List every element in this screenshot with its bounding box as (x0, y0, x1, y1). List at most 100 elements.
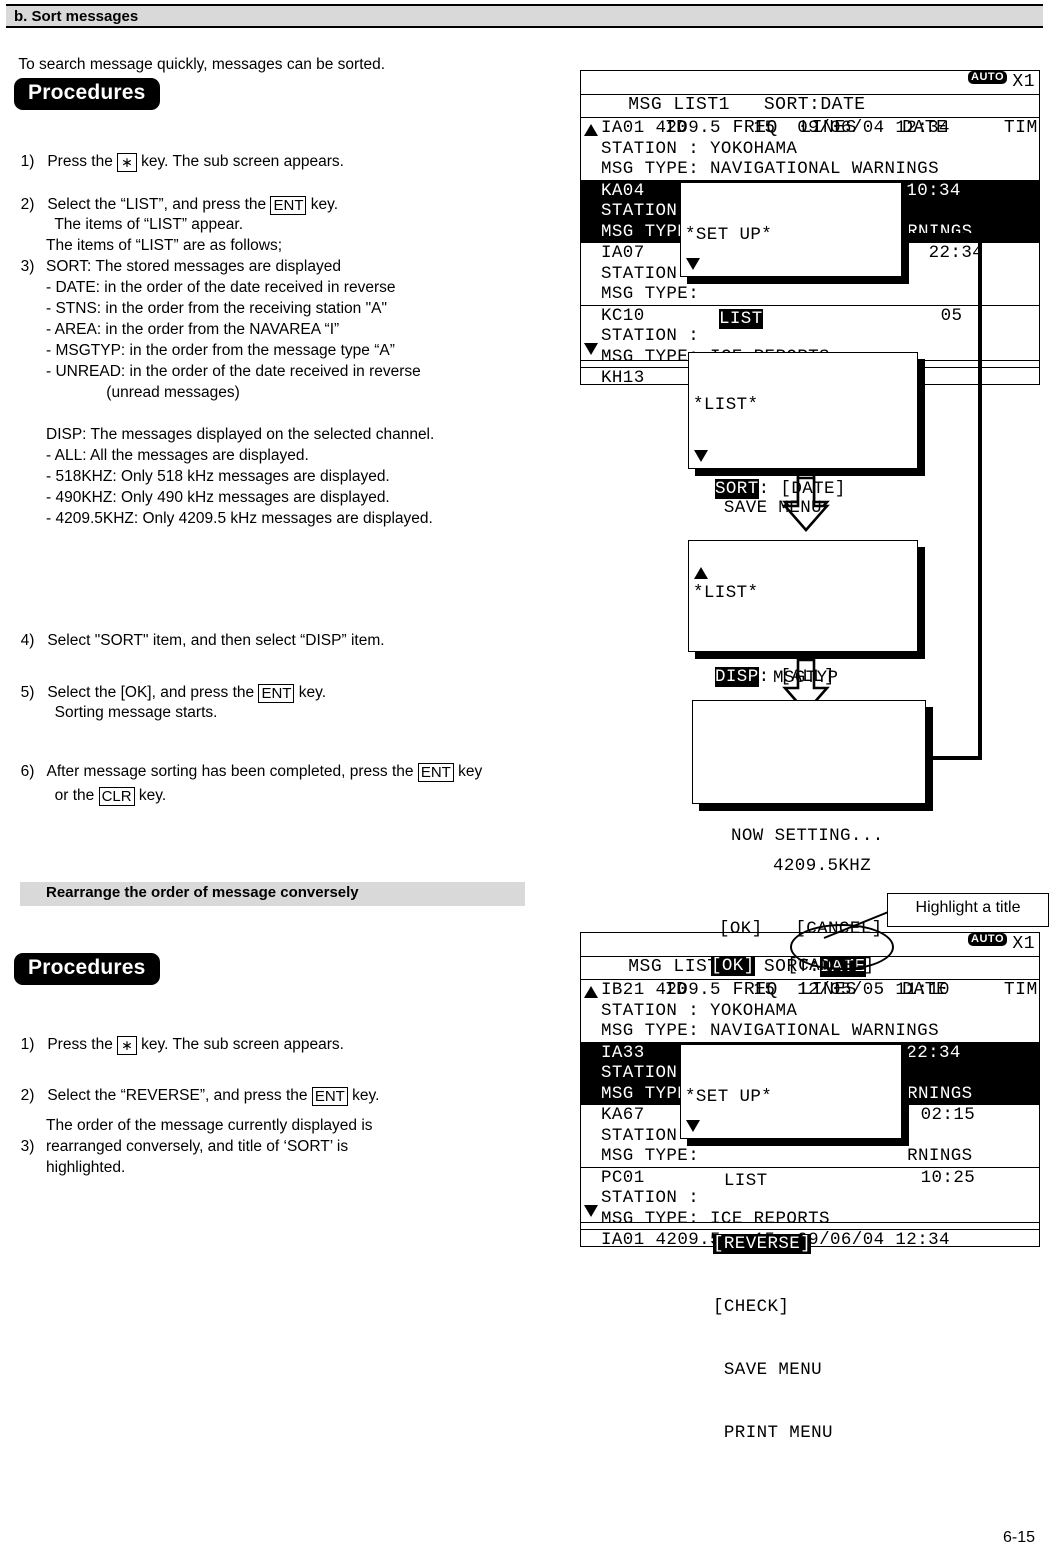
clr-key-cap: CLR (98, 787, 135, 806)
message-id: IA01 (601, 118, 645, 138)
menu-item-list[interactable]: LIST (681, 309, 901, 330)
message-id: IA33 (601, 1042, 645, 1063)
procedures-label-b: Procedures (28, 956, 146, 979)
msg-type-value: NAVIGATIONAL WARNINGS (710, 1021, 939, 1041)
step-line: - MSGTYP: in the order from the message … (46, 342, 395, 359)
message-header-row: IA01 4209.5 15 09/06/04 12:34 (581, 118, 1039, 139)
step-3-line-3: - STNS: in the order from the receiving … (46, 298, 387, 319)
field-separator: : (758, 667, 781, 687)
message-id: IA07 (601, 243, 645, 263)
menu-item-reverse[interactable]: [REVERSE] (681, 1234, 901, 1255)
message-lines: 15 (753, 118, 776, 138)
step-b-3-line-1: rearranged conversely, and title of ‘SOR… (46, 1136, 348, 1157)
step-number: 6) (20, 763, 35, 780)
step-text-cont: key (453, 763, 483, 780)
message-id: PC01 (601, 1167, 645, 1188)
step-number: 1) (20, 153, 35, 170)
popup-title-label: *SET UP* (685, 225, 773, 245)
menu-item-print-menu[interactable]: PRINT MENU (681, 1423, 901, 1444)
step-3-line-5: - MSGTYP: in the order from the message … (46, 340, 395, 361)
callout-ellipse (790, 924, 894, 970)
scroll-up-indicator[interactable] (584, 986, 598, 998)
message-block[interactable]: IA01 4209.5 15 09/06/04 12:34 STATION : … (581, 118, 1039, 181)
star-key-cap: ∗ (117, 153, 137, 172)
field-label: DISP (715, 667, 759, 687)
procedures-badge-b: Procedures (14, 953, 160, 985)
step-6-line2: or the CLR key. (46, 764, 166, 806)
section-heading-rearrange: Rearrange the order of message conversel… (20, 882, 525, 906)
step-5-line2: Sorting message starts. (46, 681, 218, 723)
popup-title: *LIST* (689, 395, 917, 416)
ok-button[interactable]: [OK] (711, 956, 755, 976)
station-value: YOKOHAMA (710, 1000, 798, 1021)
step-3-disp-line-0: DISP: The messages displayed on the sele… (46, 424, 434, 445)
step-line: - ALL: All the messages are displayed. (46, 447, 309, 464)
auto-badge: AUTO (968, 71, 1007, 84)
msg-type-label: MSG TYPE: (601, 1021, 700, 1041)
step-line: - AREA: in the order from the NAVAREA “I… (46, 321, 340, 338)
popup-set-up-top[interactable]: *SET UP* LIST [REVERSE] [CHECK] SAVE MEN… (680, 182, 902, 581)
step-text-cont: key. The sub screen appears. (136, 153, 344, 170)
step-text-line2: Sorting message starts. (54, 704, 218, 721)
step-text: Select the “REVERSE”, and press the (47, 1087, 312, 1104)
step-line: - 518KHZ: Only 518 kHz messages are disp… (46, 468, 390, 485)
message-time: 22:34 (928, 243, 984, 263)
step-number: 2) (20, 1087, 35, 1104)
feedback-line-vertical (978, 233, 982, 760)
step-text-cont: key. (347, 1087, 380, 1104)
field-sort[interactable]: SORT: [DATE] (689, 479, 917, 500)
step-b-3-line-0: The order of the message currently displ… (46, 1115, 373, 1136)
menu-item-list[interactable]: LIST (681, 1171, 901, 1192)
popup-title-label: *LIST* (693, 583, 759, 603)
message-time: 02:15 (920, 1105, 976, 1125)
page-number: 6-15 (1003, 1529, 1035, 1547)
message-id: IB21 (601, 980, 645, 1000)
step-line: - 490KHZ: Only 490 kHz messages are disp… (46, 489, 390, 506)
menu-item-check[interactable]: [CHECK] (681, 1297, 901, 1318)
callout-label: Highlight a title (915, 899, 1021, 916)
message-type-row: MSG TYPE: NAVIGATIONAL WARNINGS (581, 159, 1039, 180)
popup-now-setting[interactable]: NOW SETTING... [OK] [CANCEL] (692, 700, 926, 976)
station-label: STATION : (601, 1000, 700, 1021)
step-b-2: 2) Select the “REVERSE”, and press the E… (12, 1064, 379, 1106)
section-heading-sort-messages: b. Sort messages (6, 4, 1043, 28)
step-text-line2: The items of “LIST” appear. (54, 216, 244, 233)
intro-label: To search message quickly, messages can … (18, 56, 386, 73)
step-line: (unread messages) (46, 384, 240, 401)
zoom-level-label: X1 (1012, 72, 1035, 92)
menu-item-label: [REVERSE] (713, 1234, 812, 1254)
step-4: 4) Select "SORT" item, and then select “… (12, 609, 385, 651)
popup-title: *LIST* (689, 583, 917, 604)
procedures-label-a: Procedures (28, 81, 146, 104)
menu-item-label: LIST (713, 1171, 768, 1191)
station-label: STATION : (601, 138, 700, 159)
popup-scroll-up-indicator[interactable] (694, 567, 708, 579)
step-number: 1) (20, 1036, 35, 1053)
scroll-up-indicator[interactable] (584, 124, 598, 136)
field-disp[interactable]: DISP: [ALL] (689, 667, 917, 688)
popup-list-disp[interactable]: *LIST* DISP: [ALL] 518KHZ 490KHZ 4209.5K… (688, 540, 918, 939)
msg-type-label: MSG TYPE: (601, 159, 700, 179)
step-3-line-6: - UNREAD: in the order of the date recei… (46, 361, 421, 382)
popup-scroll-down-indicator[interactable] (686, 1120, 700, 1132)
ent-key-cap: ENT (258, 684, 295, 703)
popup-set-up-bottom[interactable]: *SET UP* LIST [REVERSE] [CHECK] SAVE MEN… (680, 1044, 902, 1443)
scroll-down-indicator[interactable] (584, 343, 598, 355)
popup-title-label: *SET UP* (685, 1087, 773, 1107)
message-freq: 4209.5 (655, 118, 721, 138)
step-b-3: 3) (12, 1115, 35, 1157)
popup-list-sort[interactable]: *LIST* SORT: [DATE] STNS AREA MSGTYP UNR… (688, 352, 918, 751)
message-station-row: STATION : YOKOHAMA (581, 1001, 1039, 1022)
popup-scroll-down-indicator[interactable] (686, 258, 700, 270)
scroll-down-indicator[interactable] (584, 1205, 598, 1217)
menu-item-save-menu[interactable]: SAVE MENU (681, 1360, 901, 1381)
step-text-line2-cont: key. (134, 787, 167, 804)
message-type-row: MSG TYPE: NAVIGATIONAL WARNINGS (581, 1021, 1039, 1042)
message-time: 05 (940, 305, 963, 326)
popup-scroll-down-indicator[interactable] (694, 450, 708, 462)
menu-item-label: LIST (719, 309, 763, 329)
step-text: Select "SORT" item, and then select “DIS… (47, 632, 385, 649)
ent-key-cap: ENT (270, 196, 307, 215)
auto-badge: AUTO (968, 933, 1007, 946)
popup-title-label: *LIST* (693, 395, 759, 415)
